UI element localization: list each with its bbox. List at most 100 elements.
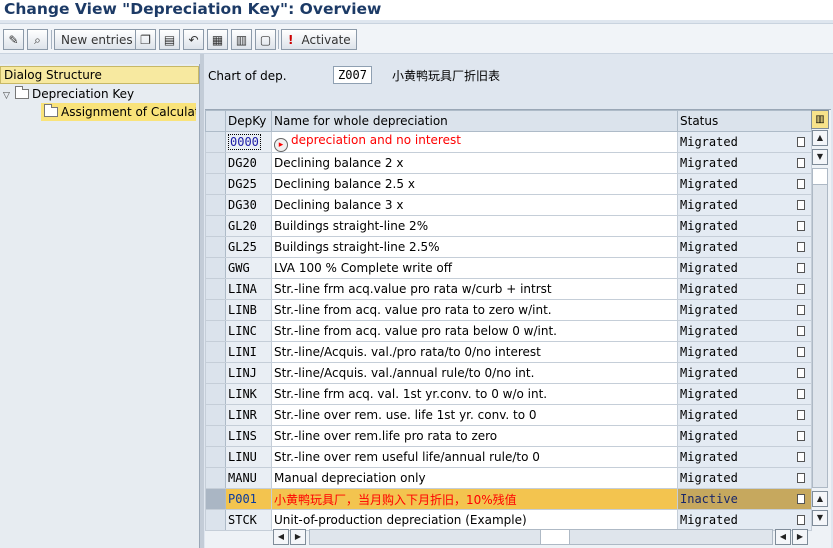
scroll-right-button-end[interactable]: ▶ — [792, 529, 808, 545]
horizontal-scrollbar-name[interactable]: ◀ ▶ ◀ ▶ — [273, 529, 809, 546]
name-cell[interactable]: Str.-line frm acq. val. 1st yr.conv. to … — [271, 383, 678, 405]
status-picker-icon[interactable] — [797, 347, 805, 357]
scroll-left-button[interactable]: ◀ — [273, 529, 289, 545]
delete-button[interactable]: ▤ — [159, 29, 180, 50]
status-cell[interactable]: Migrated — [677, 152, 812, 174]
table-row[interactable]: DG25 Declining balance 2.5 x Migrated — [205, 173, 812, 195]
details-icon[interactable]: ▸ — [274, 137, 288, 152]
table-row[interactable]: LINB Str.-line from acq. value pro rata … — [205, 299, 812, 321]
status-picker-icon[interactable] — [797, 515, 805, 525]
chart-of-dep-field[interactable]: Z007 — [333, 66, 372, 84]
name-cell[interactable]: Declining balance 2.5 x — [271, 173, 678, 195]
select-block-button[interactable]: ▥ — [231, 29, 252, 50]
status-cell[interactable]: Migrated — [677, 425, 812, 447]
table-row[interactable]: GWG LVA 100 % Complete write off Migrate… — [205, 257, 812, 279]
hscroll-thumb[interactable] — [540, 530, 570, 544]
depky-cell[interactable]: LINI — [225, 341, 272, 363]
name-cell[interactable]: LVA 100 % Complete write off — [271, 257, 678, 279]
status-cell[interactable]: Migrated — [677, 299, 812, 321]
name-cell[interactable]: ▸ depreciation and no interest — [271, 131, 678, 153]
row-selector[interactable] — [205, 131, 226, 153]
row-selector[interactable] — [205, 173, 226, 195]
select-all-button[interactable]: ▦ — [207, 29, 228, 50]
status-cell[interactable]: Migrated — [677, 131, 812, 153]
status-picker-icon[interactable] — [797, 305, 805, 315]
status-cell[interactable]: Migrated — [677, 257, 812, 279]
status-cell[interactable]: Migrated — [677, 173, 812, 195]
depky-cell[interactable]: LINB — [225, 299, 272, 321]
new-entries-button[interactable]: New entries — [54, 29, 140, 50]
scroll-down-button[interactable]: ▼ — [812, 149, 828, 165]
name-cell[interactable]: Str.-line/Acquis. val./annual rule/to 0/… — [271, 362, 678, 384]
name-cell[interactable]: 小黄鸭玩具厂，当月购入下月折旧，10%残值 — [271, 488, 678, 510]
name-cell[interactable]: Buildings straight-line 2.5% — [271, 236, 678, 258]
table-row[interactable]: LINS Str.-line over rem.life pro rata to… — [205, 425, 812, 447]
depky-cell[interactable]: MANU — [225, 467, 272, 489]
row-selector[interactable] — [205, 257, 226, 279]
row-selector[interactable] — [205, 509, 226, 531]
depky-cell[interactable]: GL25 — [225, 236, 272, 258]
row-selector[interactable] — [205, 194, 226, 216]
name-cell[interactable]: Str.-line/Acquis. val./pro rata/to 0/no … — [271, 341, 678, 363]
table-row[interactable]: DG30 Declining balance 3 x Migrated — [205, 194, 812, 216]
expand-triangle-icon[interactable]: ▽ — [3, 87, 15, 105]
status-picker-icon[interactable] — [797, 179, 805, 189]
row-selector[interactable] — [205, 152, 226, 174]
column-header-status[interactable]: Status — [677, 110, 812, 132]
status-picker-icon[interactable] — [797, 431, 805, 441]
vertical-scrollbar[interactable]: ▲ ▼ ▲ ▼ — [812, 130, 829, 526]
table-row[interactable]: LINA Str.-line frm acq.value pro rata w/… — [205, 278, 812, 300]
depky-cell[interactable]: GWG — [225, 257, 272, 279]
row-selector[interactable] — [205, 425, 226, 447]
status-picker-icon[interactable] — [797, 368, 805, 378]
status-cell[interactable]: Migrated — [677, 236, 812, 258]
name-cell[interactable]: Manual depreciation only — [271, 467, 678, 489]
status-cell[interactable]: Migrated — [677, 194, 812, 216]
find-button[interactable]: ⌕ — [27, 29, 48, 50]
status-cell[interactable]: Migrated — [677, 278, 812, 300]
row-selector[interactable] — [205, 215, 226, 237]
status-cell[interactable]: Migrated — [677, 362, 812, 384]
row-selector[interactable] — [205, 446, 226, 468]
depky-cell[interactable]: LINS — [225, 425, 272, 447]
row-selector[interactable] — [205, 299, 226, 321]
select-all-rows-cell[interactable] — [205, 110, 226, 132]
depky-cell[interactable]: LINK — [225, 383, 272, 405]
copy-button[interactable]: ❐ — [135, 29, 156, 50]
status-picker-icon[interactable] — [797, 473, 805, 483]
table-row-selected[interactable]: P001 小黄鸭玩具厂，当月购入下月折旧，10%残值 Inactive — [205, 488, 812, 510]
name-cell[interactable]: Str.-line frm acq.value pro rata w/curb … — [271, 278, 678, 300]
column-header-name[interactable]: Name for whole depreciation — [271, 110, 678, 132]
status-cell[interactable]: Migrated — [677, 467, 812, 489]
status-cell[interactable]: Inactive — [677, 488, 812, 510]
undo-change-button[interactable]: ↶ — [183, 29, 204, 50]
status-picker-icon[interactable] — [797, 158, 805, 168]
table-row[interactable]: LINI Str.-line/Acquis. val./pro rata/to … — [205, 341, 812, 363]
status-cell[interactable]: Migrated — [677, 509, 812, 531]
status-picker-icon[interactable] — [797, 284, 805, 294]
row-selector[interactable] — [205, 362, 226, 384]
scroll-up-button[interactable]: ▲ — [812, 130, 828, 146]
table-row[interactable]: LINC Str.-line from acq. value pro rata … — [205, 320, 812, 342]
depky-cell[interactable]: LINA — [225, 278, 272, 300]
name-cell[interactable]: Buildings straight-line 2% — [271, 215, 678, 237]
status-picker-icon[interactable] — [797, 200, 805, 210]
scroll-track[interactable] — [812, 168, 828, 488]
table-row[interactable]: LINU Str.-line over rem useful life/annu… — [205, 446, 812, 468]
status-cell[interactable]: Migrated — [677, 320, 812, 342]
hscroll-track[interactable] — [309, 529, 773, 545]
status-cell[interactable]: Migrated — [677, 215, 812, 237]
name-cell[interactable]: Str.-line over rem.life pro rata to zero — [271, 425, 678, 447]
status-picker-icon[interactable] — [797, 242, 805, 252]
scroll-left-button-end[interactable]: ◀ — [775, 529, 791, 545]
status-cell[interactable]: Migrated — [677, 404, 812, 426]
table-row[interactable]: GL20 Buildings straight-line 2% Migrated — [205, 215, 812, 237]
status-picker-icon[interactable] — [797, 326, 805, 336]
name-cell[interactable]: Str.-line from acq. value pro rata below… — [271, 320, 678, 342]
depky-cell[interactable]: STCK — [225, 509, 272, 531]
name-cell[interactable]: Str.-line over rem. use. life 1st yr. co… — [271, 404, 678, 426]
status-picker-icon[interactable] — [797, 263, 805, 273]
scroll-down-button-bottom[interactable]: ▼ — [812, 510, 828, 526]
depky-cell[interactable]: LINJ — [225, 362, 272, 384]
depky-cell[interactable]: GL20 — [225, 215, 272, 237]
